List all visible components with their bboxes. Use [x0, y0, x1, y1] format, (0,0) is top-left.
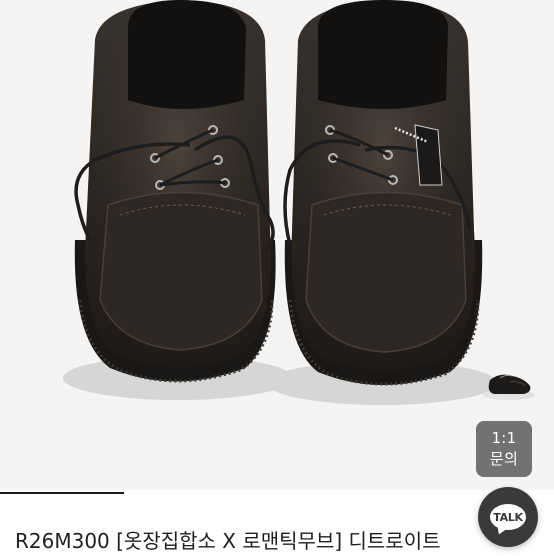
shoe-photo: [63, 0, 497, 405]
thumbnail-image[interactable]: [480, 362, 538, 404]
left-shoe: [74, 0, 276, 383]
right-shoe: [283, 0, 483, 386]
shoe-thumbnail-icon: [483, 374, 535, 400]
inquiry-button[interactable]: 1:1 문의: [476, 421, 532, 477]
inquiry-label-top: 1:1: [491, 429, 517, 447]
product-title: R26M300 [옷장집합소 X 로맨틱무브] 디트로이트: [15, 529, 441, 553]
chat-bubble-icon: TALK: [490, 504, 526, 530]
product-image[interactable]: 1:1 문의: [0, 0, 554, 490]
chat-talk-label: TALK: [493, 510, 523, 524]
inquiry-label-bottom: 문의: [489, 450, 519, 468]
image-pager-indicator: [0, 492, 124, 494]
chat-talk-button[interactable]: TALK: [478, 487, 538, 547]
